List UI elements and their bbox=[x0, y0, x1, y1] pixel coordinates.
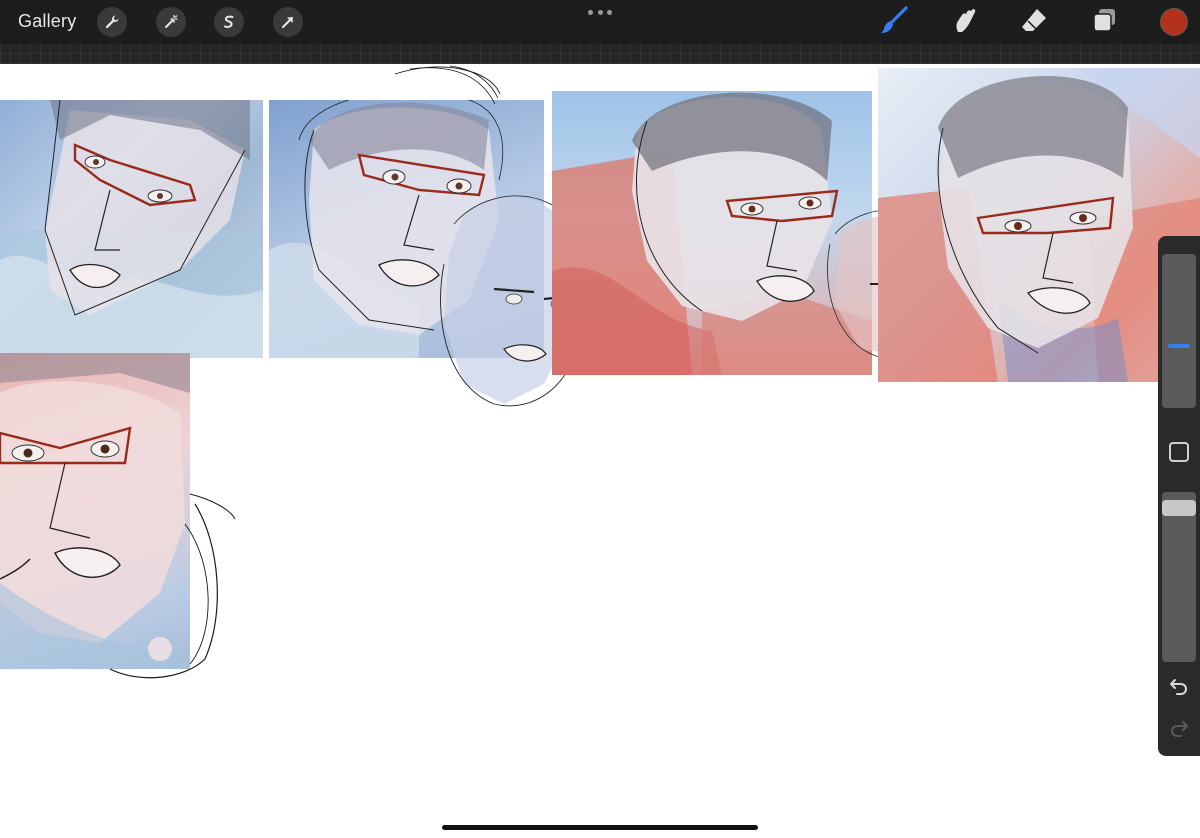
selection-icon bbox=[221, 14, 237, 30]
opacity-handle[interactable] bbox=[1162, 500, 1196, 516]
undo-button[interactable] bbox=[1167, 678, 1191, 698]
smudge-icon bbox=[950, 6, 978, 39]
top-toolbar: Gallery bbox=[0, 0, 1200, 44]
undo-icon bbox=[1169, 677, 1189, 700]
reference-image-4 bbox=[878, 68, 1200, 382]
layers-icon bbox=[1090, 6, 1118, 39]
home-indicator[interactable] bbox=[442, 825, 758, 830]
selection-button[interactable] bbox=[214, 7, 244, 37]
redo-button[interactable] bbox=[1167, 720, 1191, 740]
transform-button[interactable] bbox=[273, 7, 303, 37]
drawing-canvas[interactable] bbox=[0, 64, 1200, 838]
sketch-lines-top bbox=[394, 65, 501, 105]
smudge-tool-button[interactable] bbox=[948, 6, 980, 38]
square-modifier-icon[interactable] bbox=[1169, 442, 1189, 462]
layers-button[interactable] bbox=[1088, 6, 1120, 38]
brush-sidebar bbox=[1158, 236, 1200, 756]
magic-wand-icon bbox=[163, 14, 179, 30]
brush-size-slider[interactable] bbox=[1162, 254, 1196, 408]
adjustments-button[interactable] bbox=[156, 7, 186, 37]
gallery-button[interactable]: Gallery bbox=[18, 11, 76, 32]
transform-arrow-icon bbox=[280, 14, 296, 30]
eraser-tool-button[interactable] bbox=[1018, 6, 1050, 38]
canvas-ruler bbox=[0, 44, 1200, 64]
brush-tool-button[interactable] bbox=[878, 5, 910, 40]
color-picker-button[interactable] bbox=[1160, 8, 1188, 36]
redo-icon bbox=[1169, 719, 1189, 742]
opacity-slider[interactable] bbox=[1162, 492, 1196, 662]
actions-button[interactable] bbox=[97, 7, 127, 37]
reference-image-1 bbox=[0, 100, 263, 358]
wrench-icon bbox=[104, 14, 120, 30]
sketch-lines-bottom bbox=[0, 493, 236, 679]
brush-size-handle[interactable] bbox=[1168, 344, 1190, 348]
more-options-icon[interactable] bbox=[588, 6, 612, 18]
eraser-icon bbox=[1020, 6, 1048, 39]
brush-icon bbox=[879, 5, 909, 40]
